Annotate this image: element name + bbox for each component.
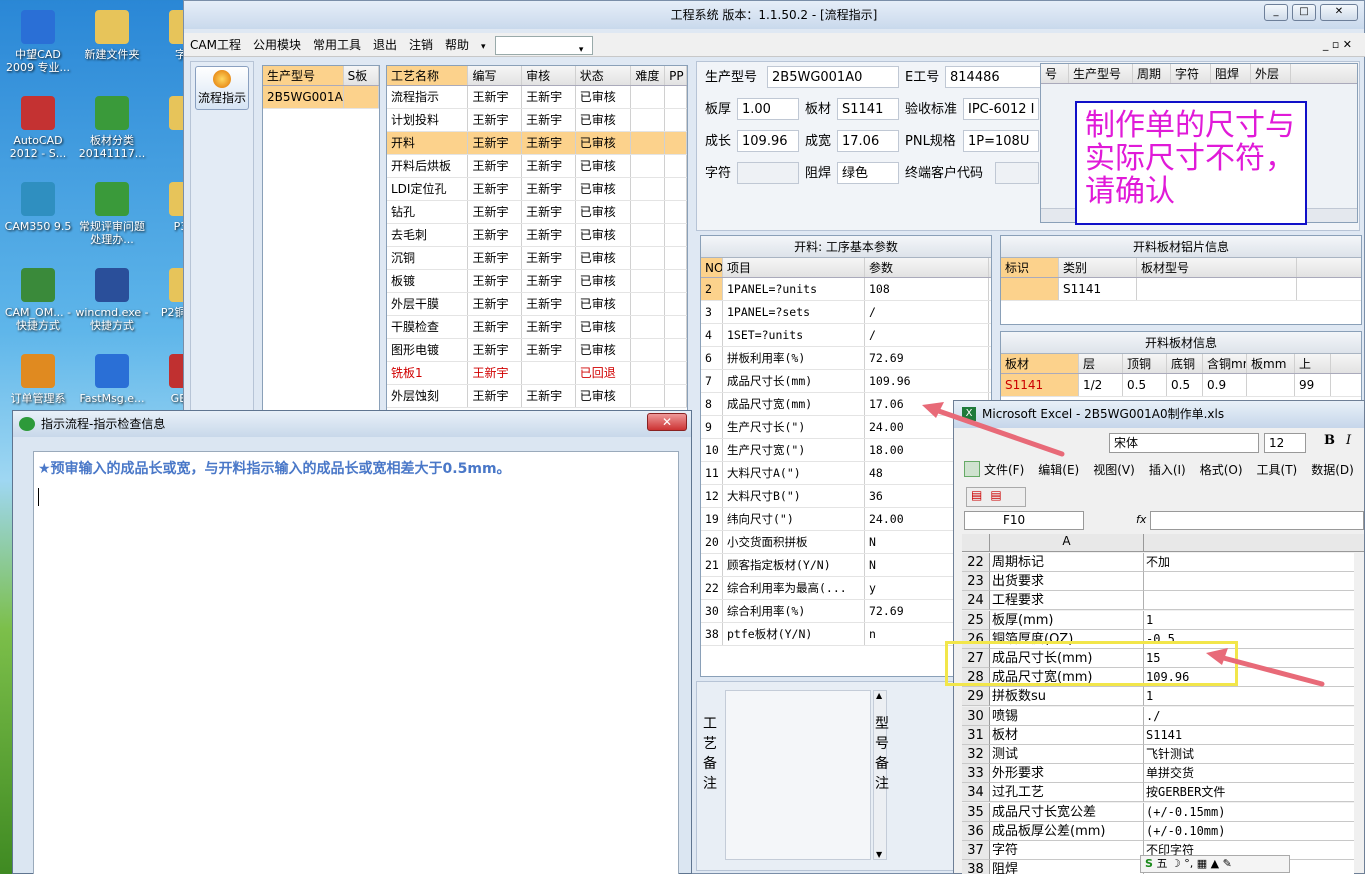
arrow-to-cell bbox=[1213, 653, 1325, 687]
arrows-overlay bbox=[922, 402, 1325, 687]
arrow-head-2 bbox=[1206, 648, 1228, 665]
arrow-to-param bbox=[927, 405, 1065, 457]
